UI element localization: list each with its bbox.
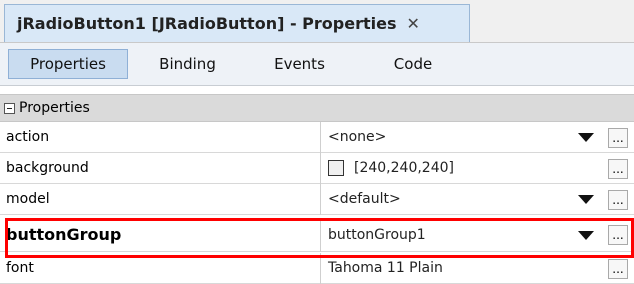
column-divider (320, 153, 321, 184)
property-name: buttonGroup (6, 225, 122, 244)
ellipsis-button[interactable]: ... (608, 159, 628, 179)
dropdown-arrow-icon[interactable] (578, 195, 594, 204)
group-label: Properties (19, 100, 90, 116)
ellipsis-button[interactable]: ... (608, 190, 628, 210)
tab-title: jRadioButton1 [JRadioButton] - Propertie… (17, 14, 397, 33)
property-value[interactable]: <none> (328, 122, 386, 153)
property-name: action (6, 129, 50, 145)
ellipsis-button[interactable]: ... (608, 128, 628, 148)
tab-code[interactable]: Code (368, 49, 458, 79)
property-row-action[interactable]: action <none> ... (0, 122, 634, 153)
property-value[interactable]: buttonGroup1 (328, 218, 426, 249)
property-row-font[interactable]: font Tahoma 11 Plain ... (0, 253, 634, 284)
column-divider (320, 122, 321, 153)
color-swatch-icon (328, 160, 344, 176)
properties-window-tab[interactable]: jRadioButton1 [JRadioButton] - Propertie… (4, 4, 470, 42)
tab-properties[interactable]: Properties (8, 49, 128, 79)
ellipsis-button[interactable]: ... (608, 259, 628, 279)
property-name: model (6, 191, 50, 207)
property-row-background[interactable]: background [240,240,240] ... (0, 153, 634, 184)
property-value[interactable]: <default> (328, 184, 401, 215)
close-icon[interactable]: ✕ (406, 14, 419, 33)
property-value-color[interactable]: [240,240,240] (328, 153, 454, 184)
color-value-text: [240,240,240] (354, 160, 454, 176)
properties-group-header[interactable]: Properties (0, 94, 634, 122)
collapse-icon[interactable] (4, 102, 15, 114)
column-divider (320, 253, 321, 284)
title-strip: jRadioButton1 [JRadioButton] - Propertie… (0, 0, 634, 43)
dropdown-arrow-icon[interactable] (578, 231, 594, 240)
property-row-buttongroup[interactable]: buttonGroup buttonGroup1 ... (0, 218, 634, 252)
column-divider (320, 218, 321, 252)
dropdown-arrow-icon[interactable] (578, 133, 594, 142)
ellipsis-button[interactable]: ... (608, 225, 628, 245)
column-divider (320, 184, 321, 215)
property-name: font (6, 260, 34, 276)
tab-binding[interactable]: Binding (140, 49, 235, 79)
property-value[interactable]: Tahoma 11 Plain (328, 253, 443, 284)
subtab-bar: Properties Binding Events Code (0, 43, 634, 86)
property-name: background (6, 160, 89, 176)
tab-events[interactable]: Events (252, 49, 347, 79)
property-row-model[interactable]: model <default> ... (0, 184, 634, 215)
